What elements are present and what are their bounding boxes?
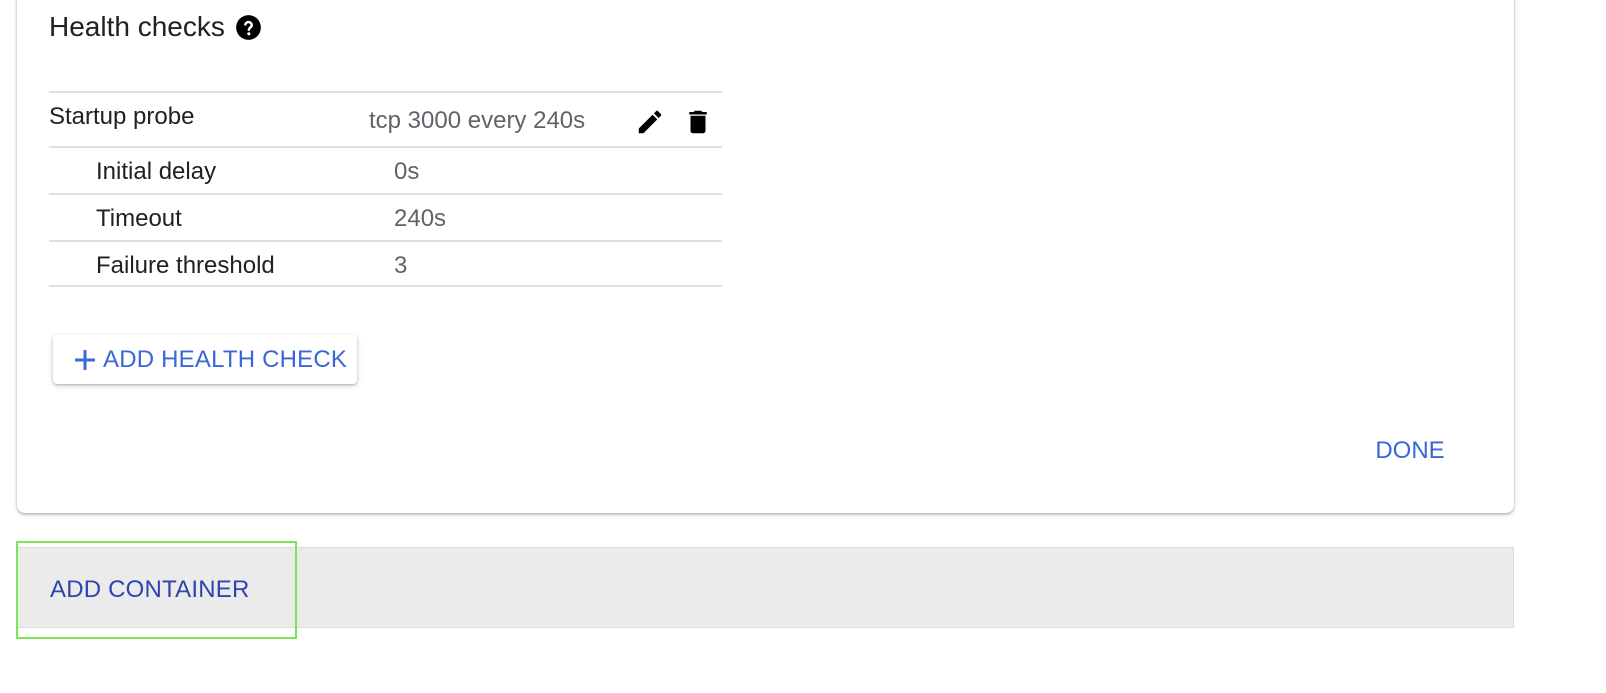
health-checks-heading: Health checks: [49, 9, 262, 45]
trash-icon[interactable]: [681, 105, 715, 139]
add-container-button[interactable]: ADD CONTAINER: [16, 541, 297, 639]
detail-value: 3: [394, 252, 408, 279]
detail-value: 0s: [394, 158, 420, 185]
detail-row-initial-delay: Initial delay 0s: [49, 146, 722, 193]
startup-probe-row: Startup probe tcp 3000 every 240s: [49, 91, 722, 146]
health-check-table: Startup probe tcp 3000 every 240s Initia…: [49, 91, 722, 287]
help-circle-icon[interactable]: [235, 14, 262, 41]
detail-row-failure-threshold: Failure threshold 3: [49, 240, 722, 287]
health-checks-title: Health checks: [49, 11, 225, 42]
detail-row-timeout: Timeout 240s: [49, 193, 722, 240]
add-health-check-label: ADD HEALTH CHECK: [103, 345, 348, 373]
plus-icon: [73, 348, 97, 372]
done-button[interactable]: DONE: [1360, 428, 1460, 474]
probe-summary: tcp 3000 every 240s: [369, 107, 586, 134]
detail-value: 240s: [394, 205, 447, 232]
add-container-label: ADD CONTAINER: [50, 576, 250, 603]
add-health-check-button[interactable]: ADD HEALTH CHECK: [53, 335, 357, 384]
detail-label: Timeout: [96, 205, 182, 232]
probe-label: Startup probe: [49, 103, 195, 130]
detail-label: Failure threshold: [96, 252, 275, 279]
detail-label: Initial delay: [96, 158, 217, 185]
pencil-icon[interactable]: [633, 105, 667, 139]
